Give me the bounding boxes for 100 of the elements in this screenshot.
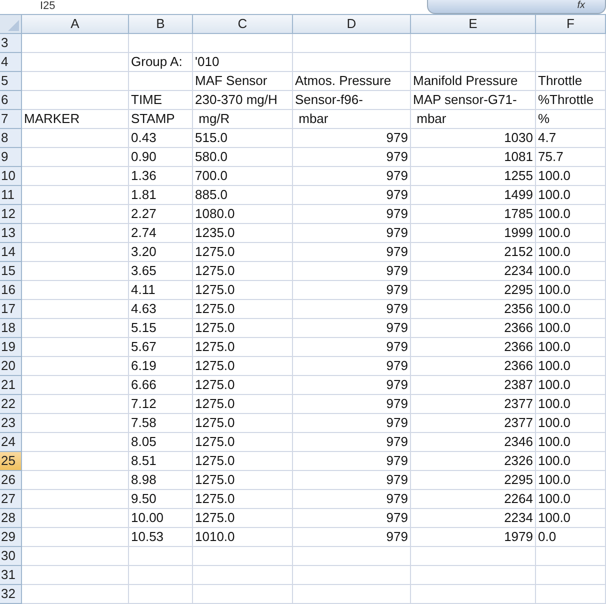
table-cell: 100.0 <box>536 509 606 528</box>
row-header[interactable]: 9 <box>0 148 22 167</box>
table-cell: 1.81 <box>129 186 193 205</box>
row-header[interactable]: 30 <box>0 547 22 566</box>
column-header[interactable]: D <box>293 15 411 34</box>
table-cell: 2366 <box>411 319 536 338</box>
empty-cell <box>536 34 606 53</box>
row-header[interactable]: 17 <box>0 300 22 319</box>
table-cell: 100.0 <box>536 224 606 243</box>
table-cell: 1275.0 <box>193 414 293 433</box>
row-header[interactable]: 6 <box>0 91 22 110</box>
table-cell: 0.43 <box>129 129 193 148</box>
table-cell: 100.0 <box>536 376 606 395</box>
table-cell: 979 <box>293 376 411 395</box>
table-cell: 979 <box>293 148 411 167</box>
row-header[interactable]: 27 <box>0 490 22 509</box>
table-cell: 8.05 <box>129 433 193 452</box>
row-header[interactable]: 14 <box>0 243 22 262</box>
table-cell: 100.0 <box>536 186 606 205</box>
table-cell: 5.15 <box>129 319 193 338</box>
table-cell: 4.63 <box>129 300 193 319</box>
row-header[interactable]: 10 <box>0 167 22 186</box>
row-header[interactable]: 12 <box>0 205 22 224</box>
table-cell: 100.0 <box>536 338 606 357</box>
table-cell: 1275.0 <box>193 281 293 300</box>
table-cell: 2377 <box>411 414 536 433</box>
table-cell: MAP sensor-G71- <box>411 91 536 110</box>
table-cell: 2234 <box>411 262 536 281</box>
empty-cell <box>536 547 606 566</box>
table-cell: 979 <box>293 528 411 547</box>
column-header[interactable]: C <box>193 15 293 34</box>
insert-function-button[interactable]: fx <box>426 0 606 14</box>
table-cell: 75.7 <box>536 148 606 167</box>
empty-cell <box>536 566 606 585</box>
row-header[interactable]: 25 <box>0 452 22 471</box>
table-cell: 2326 <box>411 452 536 471</box>
row-header[interactable]: 28 <box>0 509 22 528</box>
table-cell: 979 <box>293 167 411 186</box>
empty-cell <box>129 72 193 91</box>
table-cell: 9.50 <box>129 490 193 509</box>
table-cell: 3.65 <box>129 262 193 281</box>
row-header[interactable]: 15 <box>0 262 22 281</box>
table-cell: 979 <box>293 471 411 490</box>
empty-cell <box>129 585 193 604</box>
row-header[interactable]: 24 <box>0 433 22 452</box>
table-cell: 1080.0 <box>193 205 293 224</box>
table-cell: 979 <box>293 338 411 357</box>
table-cell: Sensor-f96- <box>293 91 411 110</box>
table-cell: 100.0 <box>536 452 606 471</box>
table-cell: mg/R <box>193 110 293 129</box>
row-header[interactable]: 31 <box>0 566 22 585</box>
table-cell: mbar <box>293 110 411 129</box>
table-cell: 7.12 <box>129 395 193 414</box>
row-header[interactable]: 32 <box>0 585 22 604</box>
table-cell: 2366 <box>411 338 536 357</box>
table-cell: 1275.0 <box>193 490 293 509</box>
table-cell: 1275.0 <box>193 338 293 357</box>
row-header[interactable]: 3 <box>0 34 22 53</box>
table-cell: 979 <box>293 243 411 262</box>
empty-cell <box>129 566 193 585</box>
table-cell: %Throttle <box>536 91 606 110</box>
row-header[interactable]: 16 <box>0 281 22 300</box>
column-header[interactable]: E <box>411 15 536 34</box>
table-cell: MARKER <box>22 110 129 129</box>
row-header[interactable]: 21 <box>0 376 22 395</box>
row-header[interactable]: 4 <box>0 53 22 72</box>
table-cell: 580.0 <box>193 148 293 167</box>
row-header[interactable]: 13 <box>0 224 22 243</box>
row-header[interactable]: 23 <box>0 414 22 433</box>
column-header[interactable]: A <box>22 15 129 34</box>
row-header[interactable]: 11 <box>0 186 22 205</box>
table-cell: '010 <box>193 53 293 72</box>
table-cell: 1275.0 <box>193 357 293 376</box>
table-cell: 2346 <box>411 433 536 452</box>
row-header[interactable]: 7 <box>0 110 22 129</box>
table-cell: 885.0 <box>193 186 293 205</box>
table-cell: 515.0 <box>193 129 293 148</box>
row-header[interactable]: 18 <box>0 319 22 338</box>
table-cell: 979 <box>293 509 411 528</box>
row-header[interactable]: 5 <box>0 72 22 91</box>
column-header[interactable]: F <box>536 15 606 34</box>
column-header[interactable]: B <box>129 15 193 34</box>
table-cell: 6.19 <box>129 357 193 376</box>
table-cell: 10.00 <box>129 509 193 528</box>
table-cell: 2.74 <box>129 224 193 243</box>
row-header[interactable]: 29 <box>0 528 22 547</box>
name-box[interactable]: I25 <box>0 0 107 14</box>
table-cell: 1.36 <box>129 167 193 186</box>
table-cell: 1499 <box>411 186 536 205</box>
row-header[interactable]: 20 <box>0 357 22 376</box>
table-cell: 0.0 <box>536 528 606 547</box>
table-cell: 1979 <box>411 528 536 547</box>
row-header[interactable]: 22 <box>0 395 22 414</box>
row-header[interactable]: 19 <box>0 338 22 357</box>
row-header[interactable]: 26 <box>0 471 22 490</box>
table-cell: 2295 <box>411 471 536 490</box>
table-cell: 2295 <box>411 281 536 300</box>
table-cell: 979 <box>293 395 411 414</box>
row-header[interactable]: 8 <box>0 129 22 148</box>
table-cell: 4.11 <box>129 281 193 300</box>
